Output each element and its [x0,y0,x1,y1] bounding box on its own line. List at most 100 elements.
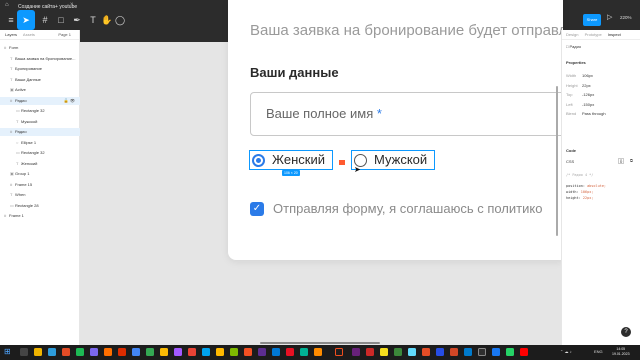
app-icon[interactable] [244,348,252,356]
layer-row[interactable]: ▣Active [0,86,80,94]
app-icon[interactable] [160,348,168,356]
layer-label: Ваша заявка на бронирование... [15,55,76,61]
property-row[interactable]: Left -150px [566,101,636,109]
app-icon[interactable] [132,348,140,356]
page-selector[interactable]: Page 1 [58,30,71,40]
layer-row[interactable]: # Радио [0,128,80,136]
app-icon[interactable] [408,348,416,356]
app-icon[interactable] [314,348,322,356]
tab-layers[interactable]: Layers [5,32,17,37]
text-tool-icon[interactable]: T [86,13,100,27]
form-frame[interactable]: Ваша заявка на бронирование будет отправ… [228,0,563,260]
layer-row[interactable]: ○ Ellipse 1 [0,139,80,147]
app-icon[interactable] [118,348,126,356]
copy-icon[interactable]: ⧉ [630,158,633,163]
pen-tool-icon[interactable]: ✒ [70,13,84,27]
radio-male[interactable]: Мужской [351,150,435,170]
app-icon[interactable] [366,348,374,356]
tab-design[interactable]: Design [566,32,578,37]
checkbox-checked-icon[interactable]: ✓ [250,202,264,216]
tab-prototype[interactable]: Prototype [585,32,602,37]
app-icon[interactable] [506,348,514,356]
layer-row[interactable]: T Ваша заявка на бронирование... [0,55,80,63]
app-icon[interactable] [352,348,360,356]
property-row[interactable]: Width 106px [566,72,636,80]
canvas-horizontal-scrollbar[interactable] [260,342,380,344]
shape-tool-icon[interactable]: □ [54,13,68,27]
hand-tool-icon[interactable]: ✋ [100,13,114,27]
close-tab-icon[interactable]: × [70,2,74,8]
file-explorer-icon[interactable] [34,348,42,356]
layer-row[interactable]: ▣Group 1 [0,170,80,178]
layer-row[interactable]: T Бронирование [0,65,80,73]
app-icon[interactable] [146,348,154,356]
tab-inspect[interactable]: Inspect [608,32,621,37]
property-row[interactable]: Blend Pass through [566,110,636,118]
app-icon[interactable] [188,348,196,356]
app-icon[interactable] [62,348,70,356]
share-button[interactable]: Share [583,14,601,26]
edge-browser-icon[interactable] [48,348,56,356]
layer-row[interactable]: ▭Rectangle 32 [0,107,80,115]
tab-assets[interactable]: Assets [23,32,35,37]
app-icon[interactable] [258,348,266,356]
app-icon[interactable] [174,348,182,356]
radio-female[interactable]: Женский [249,150,333,170]
app-icon[interactable] [216,348,224,356]
move-tool-button[interactable]: ➤ [17,10,35,30]
app-icon[interactable] [286,348,294,356]
layer-row[interactable]: T Ваши Данные [0,76,80,84]
present-play-icon[interactable]: ▷ [607,13,612,21]
code-title: Code [566,148,576,153]
system-clock[interactable]: 14:05 19.01.2023 [612,347,630,357]
lock-visibility-icon[interactable]: 🔓 👁 [64,97,75,105]
app-icon[interactable] [76,348,84,356]
app-icon[interactable] [436,348,444,356]
layer-row[interactable]: ▭Rectangle 32 [0,149,80,157]
figma-app-icon[interactable] [335,348,343,356]
layer-label: Радио [15,129,27,134]
app-icon[interactable] [394,348,402,356]
layer-row[interactable]: T When [0,191,80,199]
app-icon[interactable] [230,348,238,356]
layer-row[interactable]: # Frame 15 [0,181,80,189]
app-icon[interactable] [90,348,98,356]
app-icon[interactable] [450,348,458,356]
main-menu-icon[interactable]: ≡ [4,13,18,27]
app-icon[interactable] [272,348,280,356]
layer-label: Мужской [21,118,38,124]
frame-tool-icon[interactable]: # [38,13,52,27]
app-icon[interactable] [478,348,486,356]
comment-tool-icon[interactable]: ◯ [113,13,127,27]
layer-row[interactable]: # Frame 1 [0,212,80,220]
layer-row[interactable]: T Женский [0,160,80,168]
tray-icons[interactable]: ⌃ ☁ ♪ [560,348,572,356]
property-row[interactable]: Top -126px [566,91,636,99]
full-name-field[interactable]: Ваше полное имя * [250,92,563,136]
zoom-level[interactable]: 220% [620,15,632,20]
code-language-select[interactable]: CSS [566,159,574,164]
inspect-panel: Design Prototype Inspect □ Радио Propert… [561,30,640,345]
required-mark: * [376,106,382,121]
app-icon[interactable] [202,348,210,356]
vscode-icon[interactable] [464,348,472,356]
layer-row[interactable]: # Form [0,44,80,52]
app-icon[interactable] [300,348,308,356]
layer-row[interactable]: ▭Rectangle 28 [0,202,80,210]
layer-row[interactable]: # Радио 🔓 👁 [0,96,80,105]
home-icon[interactable]: ⌂ [5,2,9,8]
layer-row[interactable]: T Мужской [0,118,80,126]
search-icon[interactable] [20,348,28,356]
help-button[interactable]: ? [621,327,631,337]
code-format-button[interactable]: {} [618,158,625,164]
windows-start-icon[interactable]: ⊞ [4,348,11,356]
canvas-vertical-scrollbar[interactable] [556,86,558,236]
app-icon[interactable] [104,348,112,356]
layer-label: Ваши Данные [15,76,41,82]
property-row[interactable]: Height 22px [566,82,636,90]
app-icon[interactable] [492,348,500,356]
app-icon[interactable] [422,348,430,356]
language-indicator[interactable]: ENG [594,348,603,356]
app-icon[interactable] [520,348,528,356]
app-icon[interactable] [380,348,388,356]
